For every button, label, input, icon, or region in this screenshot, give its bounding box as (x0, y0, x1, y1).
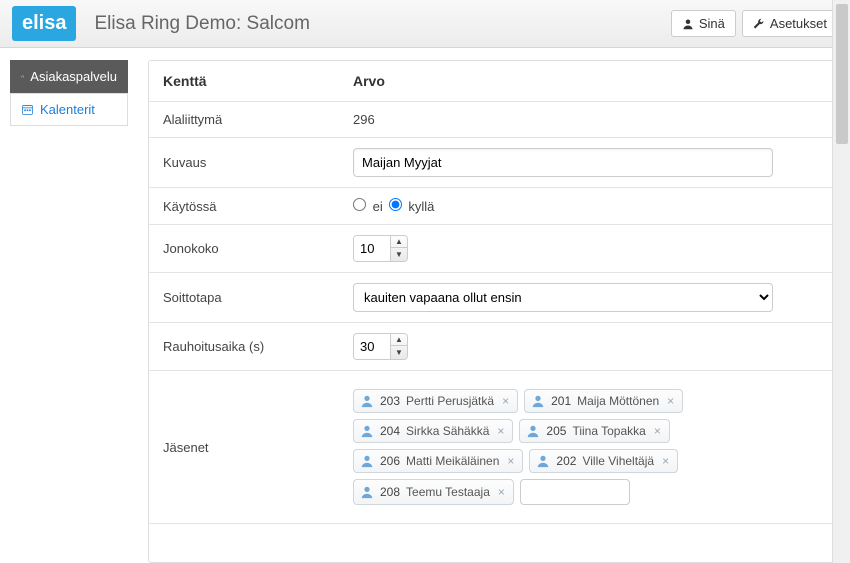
calendar-icon (21, 103, 34, 116)
queue-input[interactable] (354, 236, 390, 261)
member-name: Maija Möttönen (577, 394, 659, 408)
content: Kenttä Arvo Alaliittymä 296 Kuvaus Käytö… (148, 60, 840, 563)
member-name: Matti Meikäläinen (406, 454, 499, 468)
description-input[interactable] (353, 148, 773, 177)
row-queue: Jonokoko ▲ ▼ (149, 225, 839, 273)
settings-table: Kenttä Arvo Alaliittymä 296 Kuvaus Käytö… (149, 61, 839, 524)
topbar: elisa Elisa Ring Demo: Salcom Sinä Asetu… (0, 0, 850, 48)
member-chip[interactable]: 204 Sirkka Sähäkkä × (353, 419, 513, 443)
logo: elisa (12, 6, 76, 41)
queue-stepper[interactable]: ▲ ▼ (353, 235, 408, 262)
member-number: 201 (551, 394, 571, 408)
member-chip[interactable]: 201 Maija Möttönen × (524, 389, 683, 413)
enabled-yes-label: kyllä (408, 199, 434, 214)
col-value: Arvo (339, 61, 839, 102)
remove-icon[interactable]: × (500, 394, 511, 408)
sidebar-item-asiakaspalvelu[interactable]: Asiakaspalvelu (10, 60, 128, 93)
enabled-no-option[interactable]: ei (353, 198, 383, 214)
remove-icon[interactable]: × (665, 394, 676, 408)
row-cooldown: Rauhoitusaika (s) ▲ ▼ (149, 323, 839, 371)
col-field: Kenttä (149, 61, 339, 102)
cooldown-stepper[interactable]: ▲ ▼ (353, 333, 408, 360)
settings-button-label: Asetukset (770, 16, 827, 31)
extension-label: Alaliittymä (149, 102, 339, 138)
cooldown-input[interactable] (354, 334, 390, 359)
user-button-label: Sinä (699, 16, 725, 31)
remove-icon[interactable]: × (495, 424, 506, 438)
stepper-down-icon[interactable]: ▼ (391, 248, 407, 260)
enabled-yes-option[interactable]: kyllä (389, 198, 435, 214)
member-number: 205 (546, 424, 566, 438)
remove-icon[interactable]: × (505, 454, 516, 468)
enabled-no-radio[interactable] (353, 198, 366, 211)
headset-icon (21, 70, 24, 83)
scrollbar-track[interactable] (832, 0, 850, 563)
row-description: Kuvaus (149, 138, 839, 188)
member-number: 208 (380, 485, 400, 499)
sidebar-item-kalenterit[interactable]: Kalenterit (10, 93, 128, 126)
member-chip[interactable]: 208 Teemu Testaaja × (353, 479, 514, 505)
members-chips: 203Pertti Perusjätkä×201Maija Möttönen×2… (353, 389, 783, 505)
page-title: Elisa Ring Demo: Salcom (94, 13, 664, 35)
remove-icon[interactable]: × (660, 454, 671, 468)
stepper-up-icon[interactable]: ▲ (391, 334, 407, 346)
row-callmode: Soittotapa kauiten vapaana ollut ensin (149, 273, 839, 323)
person-icon (360, 394, 374, 408)
person-icon (536, 454, 550, 468)
row-members: Jäsenet 203 Pertti Perusjätkä × 201 Maija Mö… (149, 371, 839, 524)
member-number: 204 (380, 424, 400, 438)
sidebar-item-label: Asiakaspalvelu (30, 69, 117, 84)
scrollbar-thumb[interactable] (836, 4, 848, 144)
person-icon (531, 394, 545, 408)
member-name: Teemu Testaaja (406, 485, 490, 499)
queue-label: Jonokoko (149, 225, 339, 273)
row-extension: Alaliittymä 296 (149, 102, 839, 138)
description-label: Kuvaus (149, 138, 339, 188)
cooldown-label: Rauhoitusaika (s) (149, 323, 339, 371)
member-chip[interactable]: 206 Matti Meikäläinen × (353, 449, 523, 473)
member-name: Tiina Topakka (572, 424, 645, 438)
sidebar-item-label: Kalenterit (40, 102, 95, 117)
wrench-icon (753, 18, 765, 30)
member-add-input[interactable] (520, 479, 630, 505)
callmode-label: Soittotapa (149, 273, 339, 323)
sidebar: Asiakaspalvelu Kalenterit (10, 60, 128, 563)
member-number: 203 (380, 394, 400, 408)
person-icon (526, 424, 540, 438)
member-chip[interactable]: 203 Pertti Perusjätkä × (353, 389, 518, 413)
enabled-label: Käytössä (149, 188, 339, 225)
user-button[interactable]: Sinä (671, 10, 736, 37)
member-name: Pertti Perusjätkä (406, 394, 494, 408)
remove-icon[interactable]: × (652, 424, 663, 438)
stepper-up-icon[interactable]: ▲ (391, 236, 407, 248)
row-enabled: Käytössä ei kyllä (149, 188, 839, 225)
member-chip[interactable]: 202 Ville Viheltäjä × (529, 449, 678, 473)
person-icon (360, 424, 374, 438)
person-icon (360, 454, 374, 468)
settings-button[interactable]: Asetukset (742, 10, 838, 37)
remove-icon[interactable]: × (496, 485, 507, 499)
member-number: 206 (380, 454, 400, 468)
member-name: Sirkka Sähäkkä (406, 424, 489, 438)
person-icon (360, 485, 374, 499)
user-icon (682, 18, 694, 30)
enabled-yes-radio[interactable] (389, 198, 402, 211)
member-number: 202 (556, 454, 576, 468)
stepper-down-icon[interactable]: ▼ (391, 346, 407, 358)
main: Asiakaspalvelu Kalenterit Kenttä Arvo Al… (0, 48, 850, 563)
members-label: Jäsenet (149, 371, 339, 524)
member-chip[interactable]: 205 Tiina Topakka × (519, 419, 669, 443)
enabled-no-label: ei (373, 199, 383, 214)
member-name: Ville Viheltäjä (582, 454, 654, 468)
extension-value: 296 (339, 102, 839, 138)
callmode-select[interactable]: kauiten vapaana ollut ensin (353, 283, 773, 312)
